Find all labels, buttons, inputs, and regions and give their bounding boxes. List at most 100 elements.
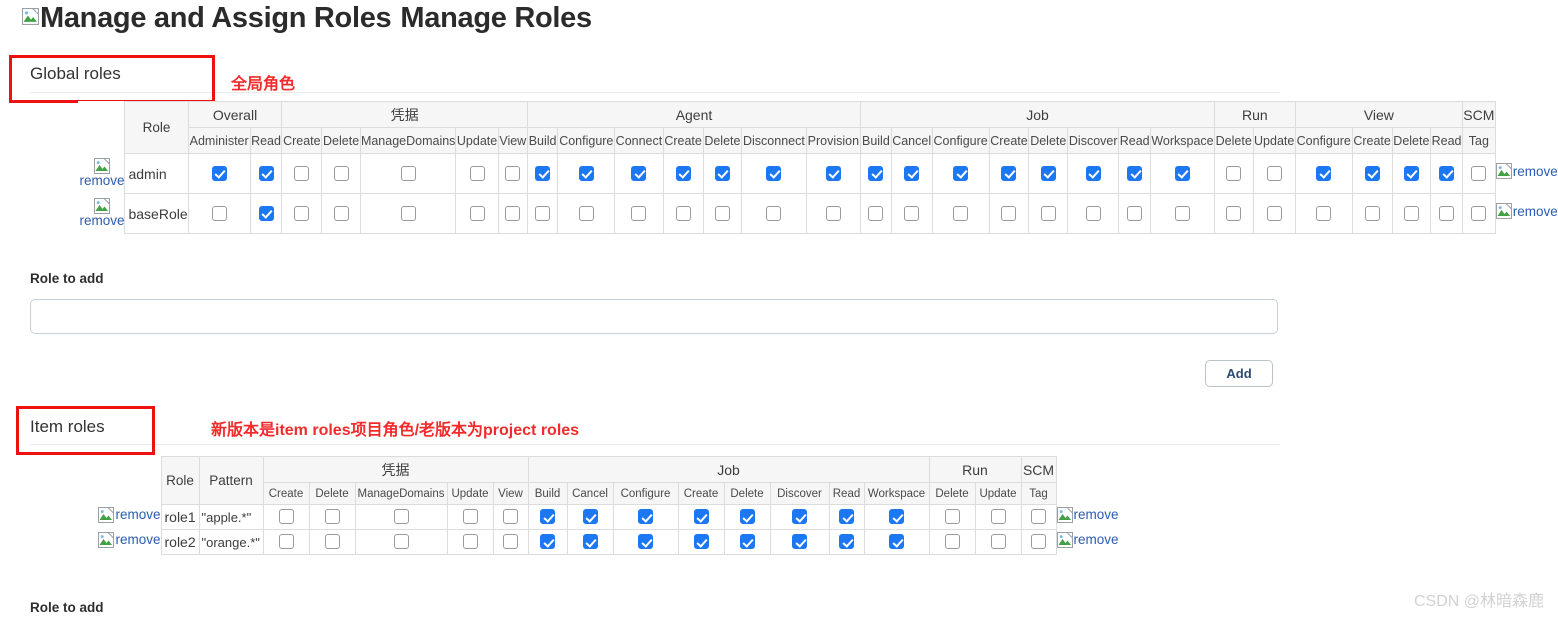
permission-checkbox[interactable] <box>393 534 409 550</box>
remove-role-link[interactable]: remove <box>79 198 124 228</box>
permission-checkbox[interactable] <box>578 165 594 181</box>
permission-checkbox[interactable] <box>889 509 904 525</box>
global-add-role-button[interactable]: Add <box>1205 360 1273 387</box>
permission-checkbox[interactable] <box>1316 205 1332 221</box>
permission-checkbox[interactable] <box>1266 205 1282 221</box>
permission-checkbox[interactable] <box>953 205 969 221</box>
permission-checkbox[interactable] <box>393 509 409 525</box>
permission-checkbox[interactable] <box>1127 205 1143 221</box>
permission-checkbox[interactable] <box>462 534 478 550</box>
permission-checkbox[interactable] <box>889 534 904 550</box>
remove-role-link[interactable]: remove <box>98 506 161 523</box>
permission-checkbox[interactable] <box>211 165 227 181</box>
permission-checkbox[interactable] <box>792 509 807 525</box>
permission-checkbox[interactable] <box>294 205 310 221</box>
permission-checkbox[interactable] <box>469 205 485 221</box>
permission-checkbox[interactable] <box>505 205 521 221</box>
permission-checkbox[interactable] <box>324 534 340 550</box>
permission-checkbox[interactable] <box>1226 205 1242 221</box>
permission-checkbox[interactable] <box>1085 165 1101 181</box>
permission-checkbox[interactable] <box>1031 534 1046 550</box>
permission-checkbox[interactable] <box>540 534 555 550</box>
permission-checkbox[interactable] <box>505 165 521 181</box>
permission-checkbox[interactable] <box>1471 165 1487 181</box>
permission-checkbox[interactable] <box>714 205 730 221</box>
permission-checkbox[interactable] <box>739 534 755 550</box>
permission-checkbox[interactable] <box>1403 205 1419 221</box>
permission-checkbox[interactable] <box>1403 165 1419 181</box>
permission-checkbox[interactable] <box>868 205 884 221</box>
permission-checkbox[interactable] <box>258 205 274 221</box>
permission-checkbox[interactable] <box>535 165 551 181</box>
permission-checkbox[interactable] <box>1174 205 1190 221</box>
permission-checkbox[interactable] <box>278 534 294 550</box>
permission-checkbox[interactable] <box>953 165 969 181</box>
permission-checkbox[interactable] <box>582 509 598 525</box>
permission-checkbox[interactable] <box>1266 165 1282 181</box>
permission-checkbox[interactable] <box>258 165 274 181</box>
permission-checkbox[interactable] <box>462 509 478 525</box>
permission-checkbox[interactable] <box>540 509 555 525</box>
permission-checkbox[interactable] <box>400 205 416 221</box>
permission-checkbox[interactable] <box>990 509 1006 525</box>
permission-checkbox[interactable] <box>825 205 841 221</box>
permission-checkbox[interactable] <box>904 205 920 221</box>
permission-checkbox[interactable] <box>1001 205 1017 221</box>
permission-checkbox[interactable] <box>631 205 647 221</box>
permission-checkbox[interactable] <box>990 534 1006 550</box>
permission-checkbox[interactable] <box>675 205 691 221</box>
permission-checkbox[interactable] <box>1031 509 1046 525</box>
permission-checkbox[interactable] <box>766 165 782 181</box>
permission-checkbox[interactable] <box>535 205 551 221</box>
permission-checkbox[interactable] <box>904 165 920 181</box>
permission-checkbox[interactable] <box>1316 165 1332 181</box>
permission-checkbox[interactable] <box>211 205 227 221</box>
permission-checkbox[interactable] <box>400 165 416 181</box>
permission-checkbox[interactable] <box>631 165 647 181</box>
global-role-to-add-input[interactable] <box>30 299 1278 334</box>
permission-checkbox[interactable] <box>578 205 594 221</box>
permission-checkbox[interactable] <box>1040 165 1056 181</box>
remove-role-link[interactable]: remove <box>1056 531 1119 548</box>
permission-checkbox[interactable] <box>1439 165 1455 181</box>
permission-checkbox[interactable] <box>503 509 518 525</box>
permission-checkbox[interactable] <box>792 534 807 550</box>
permission-checkbox[interactable] <box>333 165 349 181</box>
permission-checkbox[interactable] <box>294 165 310 181</box>
permission-checkbox[interactable] <box>839 509 854 525</box>
permission-checkbox[interactable] <box>1001 165 1017 181</box>
permission-checkbox[interactable] <box>1174 165 1190 181</box>
permission-checkbox[interactable] <box>1226 165 1242 181</box>
permission-checkbox[interactable] <box>739 509 755 525</box>
remove-role-link[interactable]: remove <box>1495 163 1558 179</box>
permission-checkbox[interactable] <box>582 534 598 550</box>
remove-role-link[interactable]: remove <box>1056 506 1119 523</box>
permission-checkbox[interactable] <box>638 509 653 525</box>
permission-checkbox[interactable] <box>1364 205 1380 221</box>
remove-role-link[interactable]: remove <box>98 531 161 548</box>
permission-checkbox[interactable] <box>1127 165 1143 181</box>
remove-role-link[interactable]: remove <box>79 158 124 188</box>
permission-checkbox[interactable] <box>944 534 960 550</box>
permission-checkbox[interactable] <box>1085 205 1101 221</box>
permission-checkbox[interactable] <box>278 509 294 525</box>
permission-checkbox[interactable] <box>1471 205 1487 221</box>
permission-checkbox[interactable] <box>1040 205 1056 221</box>
permission-checkbox[interactable] <box>868 165 884 181</box>
permission-checkbox[interactable] <box>766 205 782 221</box>
remove-role-link[interactable]: remove <box>1495 203 1558 219</box>
permission-checkbox[interactable] <box>638 534 653 550</box>
permission-checkbox[interactable] <box>469 165 485 181</box>
permission-checkbox[interactable] <box>1364 165 1380 181</box>
permission-checkbox[interactable] <box>714 165 730 181</box>
permission-checkbox[interactable] <box>1439 205 1455 221</box>
permission-checkbox[interactable] <box>324 509 340 525</box>
permission-checkbox[interactable] <box>825 165 841 181</box>
permission-checkbox[interactable] <box>675 165 691 181</box>
permission-checkbox[interactable] <box>333 205 349 221</box>
permission-checkbox[interactable] <box>944 509 960 525</box>
permission-checkbox[interactable] <box>839 534 854 550</box>
permission-checkbox[interactable] <box>693 534 709 550</box>
permission-checkbox[interactable] <box>693 509 709 525</box>
permission-checkbox[interactable] <box>503 534 518 550</box>
